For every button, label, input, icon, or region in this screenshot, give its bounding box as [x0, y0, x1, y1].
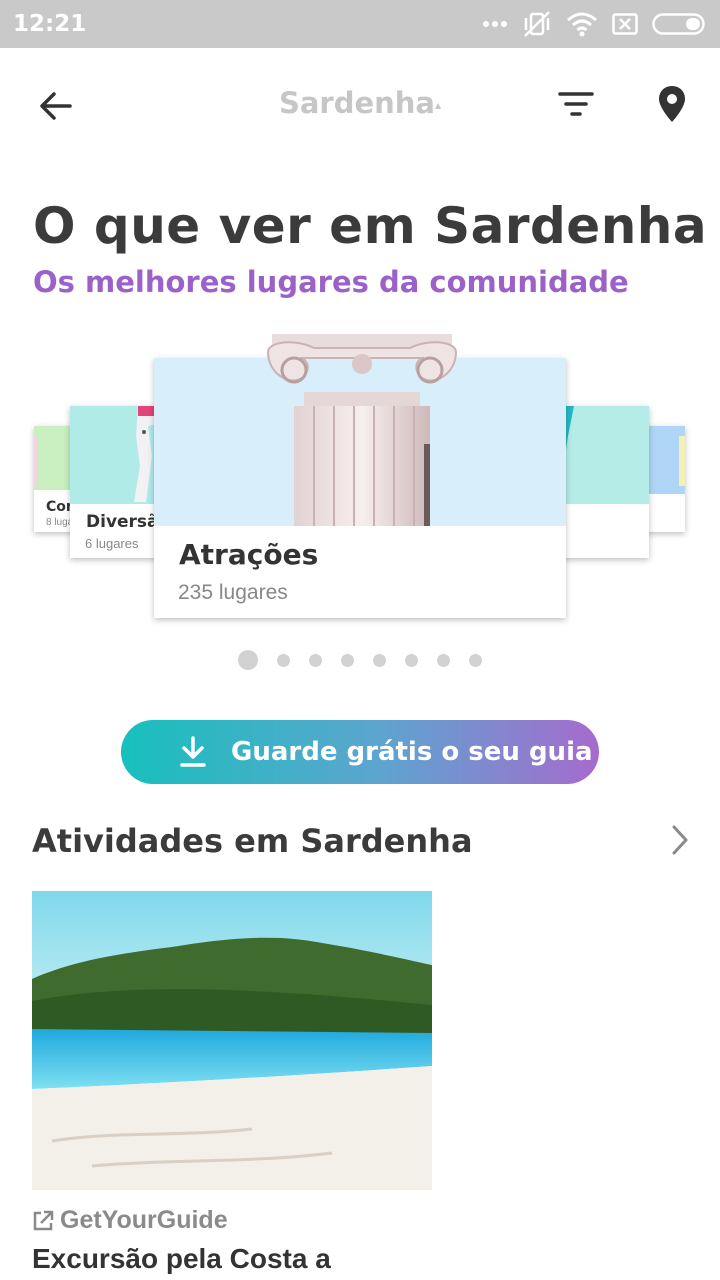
- activities-see-all-button[interactable]: [668, 824, 692, 861]
- carousel-dot[interactable]: [277, 653, 290, 667]
- category-card-image-strip: [34, 436, 38, 486]
- beach-photo: [32, 891, 432, 1190]
- status-time: 12:21: [13, 11, 87, 37]
- map-button[interactable]: [654, 84, 690, 124]
- ionic-column-graphic: [266, 334, 458, 526]
- activity-title[interactable]: Excursão pela Costa a: [32, 1243, 331, 1275]
- page-subtitle: Os melhores lugares da comunidade: [33, 265, 629, 299]
- save-guide-label: Guarde grátis o seu guia: [231, 737, 593, 767]
- destination-title: Sardenha: [278, 86, 435, 120]
- category-card-count: 6 lugares: [85, 536, 139, 551]
- sim-x-icon: [612, 13, 638, 35]
- carousel-pagination: [238, 650, 482, 670]
- carousel-dot[interactable]: [405, 653, 418, 667]
- external-link-icon: [33, 1210, 54, 1230]
- status-icons: [482, 10, 708, 38]
- more-icon: [483, 21, 507, 27]
- carousel-dot[interactable]: [373, 653, 386, 667]
- activity-card-image[interactable]: [32, 891, 432, 1190]
- status-bar: 12:21: [0, 0, 720, 48]
- filter-button[interactable]: [556, 88, 596, 120]
- carousel-dot[interactable]: [437, 653, 450, 667]
- filter-icon: [558, 92, 594, 116]
- category-card-title: Diversã: [86, 512, 159, 532]
- caret-up-icon: ▴: [435, 98, 442, 112]
- activity-provider: GetYourGuide: [32, 1206, 228, 1235]
- carousel-dot[interactable]: [469, 653, 482, 667]
- carousel-dot[interactable]: [341, 653, 354, 667]
- chevron-right-icon: [672, 825, 688, 855]
- map-pin-icon: [659, 86, 685, 122]
- carousel-dot[interactable]: [238, 650, 258, 670]
- page-title: O que ver em Sardenha: [33, 197, 708, 255]
- category-card-title: Atrações: [179, 538, 319, 571]
- activity-provider-label: GetYourGuide: [60, 1206, 228, 1234]
- category-card-image-strip: [679, 436, 685, 486]
- activities-section-title: Atividades em Sardenha: [32, 822, 473, 860]
- category-card-active[interactable]: Atrações 235 lugares: [154, 334, 566, 618]
- carousel-dot[interactable]: [309, 653, 322, 667]
- battery-icon: [652, 13, 705, 35]
- category-card-right[interactable]: [560, 406, 649, 558]
- wifi-icon: [567, 12, 597, 37]
- category-card-count: 235 lugares: [178, 581, 288, 604]
- download-icon: [180, 736, 206, 767]
- destination-selector[interactable]: Sardenha▴: [0, 86, 720, 120]
- save-guide-button[interactable]: Guarde grátis o seu guia: [121, 720, 599, 784]
- vibrate-off-icon: [524, 11, 550, 37]
